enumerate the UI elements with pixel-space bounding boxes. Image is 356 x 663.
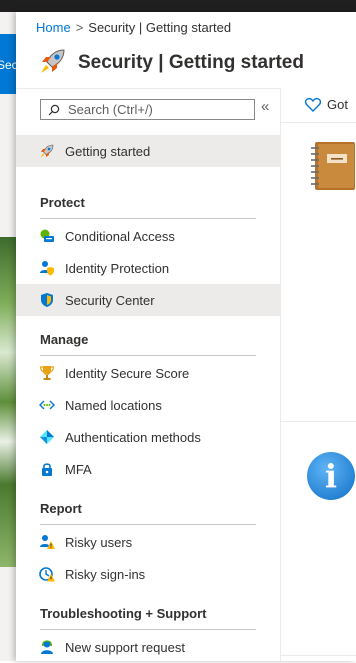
nav-label: Conditional Access bbox=[65, 228, 175, 244]
nav-label: Getting started bbox=[65, 143, 151, 159]
blade-menu: « Getting started Protect Conditional Ac… bbox=[16, 88, 281, 661]
nav-item-conditional-access[interactable]: Conditional Access bbox=[16, 220, 280, 252]
section-header-protect: Protect bbox=[40, 195, 85, 210]
conditional-access-icon bbox=[39, 228, 55, 244]
notebook-icon bbox=[309, 140, 356, 192]
content-divider bbox=[281, 122, 356, 123]
nav-label: Risky users bbox=[65, 534, 133, 550]
content-divider bbox=[281, 421, 356, 422]
rocket-icon bbox=[39, 143, 55, 159]
nav-label: Named locations bbox=[65, 397, 162, 413]
page-title: Security | Getting started bbox=[78, 52, 304, 73]
nav-label: Security Center bbox=[65, 292, 155, 308]
content-pane: Got i bbox=[281, 88, 356, 661]
nav-item-identity-secure-score[interactable]: Identity Secure Score bbox=[16, 357, 280, 389]
section-divider bbox=[40, 218, 256, 219]
nav-label: MFA bbox=[65, 461, 92, 477]
nav-item-new-support-request[interactable]: New support request bbox=[16, 631, 280, 663]
nav-item-risky-sign-ins[interactable]: Risky sign-ins bbox=[16, 558, 280, 590]
heart-icon bbox=[305, 97, 321, 112]
nav-item-risky-users[interactable]: Risky users bbox=[16, 526, 280, 558]
rocket-icon bbox=[38, 46, 68, 81]
breadcrumb-current[interactable]: Security | Getting started bbox=[88, 20, 231, 35]
section-header-troubleshooting-support: Troubleshooting + Support bbox=[40, 606, 207, 621]
nav-label: New support request bbox=[65, 639, 185, 655]
info-icon: i bbox=[307, 452, 355, 500]
identity-protection-icon bbox=[39, 260, 55, 276]
risky-sign-ins-icon bbox=[39, 566, 55, 582]
search-icon bbox=[48, 104, 60, 116]
breadcrumb-home-link[interactable]: Home bbox=[36, 20, 71, 35]
menu-search-box[interactable] bbox=[40, 99, 255, 120]
breadcrumb-separator: > bbox=[75, 20, 84, 35]
nav-label: Identity Protection bbox=[65, 260, 170, 276]
section-divider bbox=[40, 524, 256, 525]
background-label: Secur bbox=[0, 58, 17, 72]
nav-item-security-center[interactable]: Security Center bbox=[16, 284, 280, 316]
background-image bbox=[0, 237, 17, 567]
risky-users-icon bbox=[39, 534, 55, 550]
security-blade: Home > Security | Getting started Security… bbox=[16, 12, 356, 661]
blade-header: Security | Getting started bbox=[38, 46, 304, 80]
support-request-icon bbox=[39, 639, 55, 655]
search-input[interactable] bbox=[68, 102, 248, 117]
section-header-manage: Manage bbox=[40, 332, 89, 347]
trophy-icon bbox=[39, 365, 55, 381]
nav-item-mfa[interactable]: MFA bbox=[16, 453, 280, 485]
lock-icon bbox=[39, 461, 55, 477]
feedback-label: Got bbox=[327, 97, 348, 112]
feedback-button[interactable]: Got bbox=[305, 97, 348, 112]
section-divider bbox=[40, 355, 256, 356]
named-locations-icon bbox=[39, 397, 55, 413]
portal-top-bar bbox=[0, 0, 356, 12]
shield-icon bbox=[39, 292, 55, 308]
nav-item-identity-protection[interactable]: Identity Protection bbox=[16, 252, 280, 284]
collapse-menu-button[interactable]: « bbox=[261, 98, 269, 115]
nav-item-authentication-methods[interactable]: Authentication methods bbox=[16, 421, 280, 453]
content-divider bbox=[281, 655, 356, 656]
nav-label: Identity Secure Score bbox=[65, 365, 190, 381]
section-header-report: Report bbox=[40, 501, 82, 516]
nav-label: Risky sign-ins bbox=[65, 566, 146, 582]
nav-item-getting-started[interactable]: Getting started bbox=[16, 135, 280, 167]
nav-label: Authentication methods bbox=[65, 429, 201, 445]
authentication-methods-icon bbox=[39, 429, 55, 445]
background-blade: Secur bbox=[0, 12, 17, 661]
nav-item-named-locations[interactable]: Named locations bbox=[16, 389, 280, 421]
breadcrumb: Home > Security | Getting started bbox=[36, 20, 231, 35]
section-divider bbox=[40, 629, 256, 630]
background-header: Secur bbox=[0, 34, 17, 94]
